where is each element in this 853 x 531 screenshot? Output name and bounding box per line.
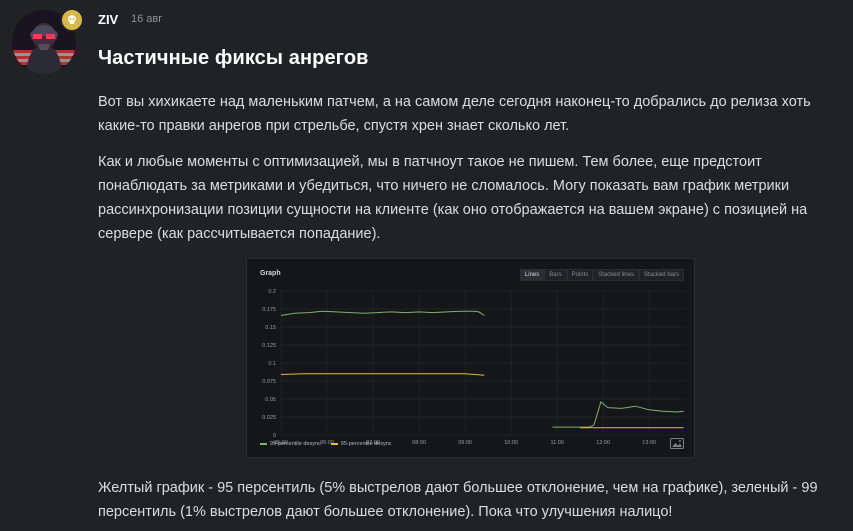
tab-stacked-bars[interactable]: Stacked bars [638, 269, 684, 281]
series-99-line [280, 310, 485, 316]
y-tick-label: 0.075 [262, 379, 276, 385]
tab-lines[interactable]: Lines [519, 269, 545, 281]
y-tick-label: 0.175 [262, 307, 276, 313]
legend-item-95: 95-percentile desync [330, 441, 392, 447]
series-99-line [552, 401, 684, 428]
post-title: Частичные фиксы анрегов [98, 47, 369, 69]
y-tick-label: 0.15 [265, 325, 276, 331]
legend-label-95: 95-percentile desync [340, 441, 392, 447]
post-paragraph-2: Как и любые моменты с оптимизацией, мы в… [98, 154, 808, 242]
x-tick-label: 11:00 [550, 440, 563, 445]
legend-swatch-95 [330, 442, 338, 445]
desync-line-chart: 00.0250.050.0750.10.1250.150.1750.205:00… [262, 289, 686, 445]
y-tick-label: 0.2 [268, 289, 276, 295]
legend-item-99: 99-percentile desync [260, 441, 321, 447]
graph-title: Graph [260, 270, 281, 277]
y-tick-label: 0 [273, 433, 276, 439]
author-name[interactable]: ZIV [98, 12, 118, 27]
post-date: 16 авг [131, 13, 163, 25]
y-tick-label: 0.1 [268, 361, 276, 367]
y-tick-label: 0.05 [265, 397, 276, 403]
image-icon [670, 438, 684, 449]
tab-stacked-lines[interactable]: Stacked lines [593, 269, 639, 281]
y-tick-label: 0.125 [262, 343, 276, 349]
tab-points[interactable]: Points [566, 269, 594, 281]
x-tick-label: 10:00 [504, 440, 518, 445]
legend-swatch-99 [260, 442, 267, 445]
x-tick-label: 09:00 [458, 440, 472, 445]
skull-badge-icon [60, 8, 84, 32]
y-tick-label: 0.025 [262, 415, 276, 421]
graph-image[interactable]: Graph Lines Bars Points Stacked lines St… [246, 258, 695, 458]
chart-legend: 99-percentile desync 95-percentile desyn… [260, 441, 392, 447]
x-tick-label: 08:00 [412, 440, 426, 445]
graph-mode-tabs: Lines Bars Points Stacked lines Stacked … [519, 269, 684, 281]
series-95-line [280, 373, 485, 376]
x-tick-label: 12:00 [596, 440, 610, 445]
legend-label-99: 99-percentile desync [270, 441, 321, 447]
post-paragraph-1: Вот вы хихикаете над маленьким патчем, а… [98, 94, 811, 134]
x-tick-label: 13:00 [642, 440, 656, 445]
tab-bars[interactable]: Bars [544, 269, 567, 281]
post-paragraph-3: Желтый график - 95 персентиль (5% выстре… [98, 480, 818, 520]
